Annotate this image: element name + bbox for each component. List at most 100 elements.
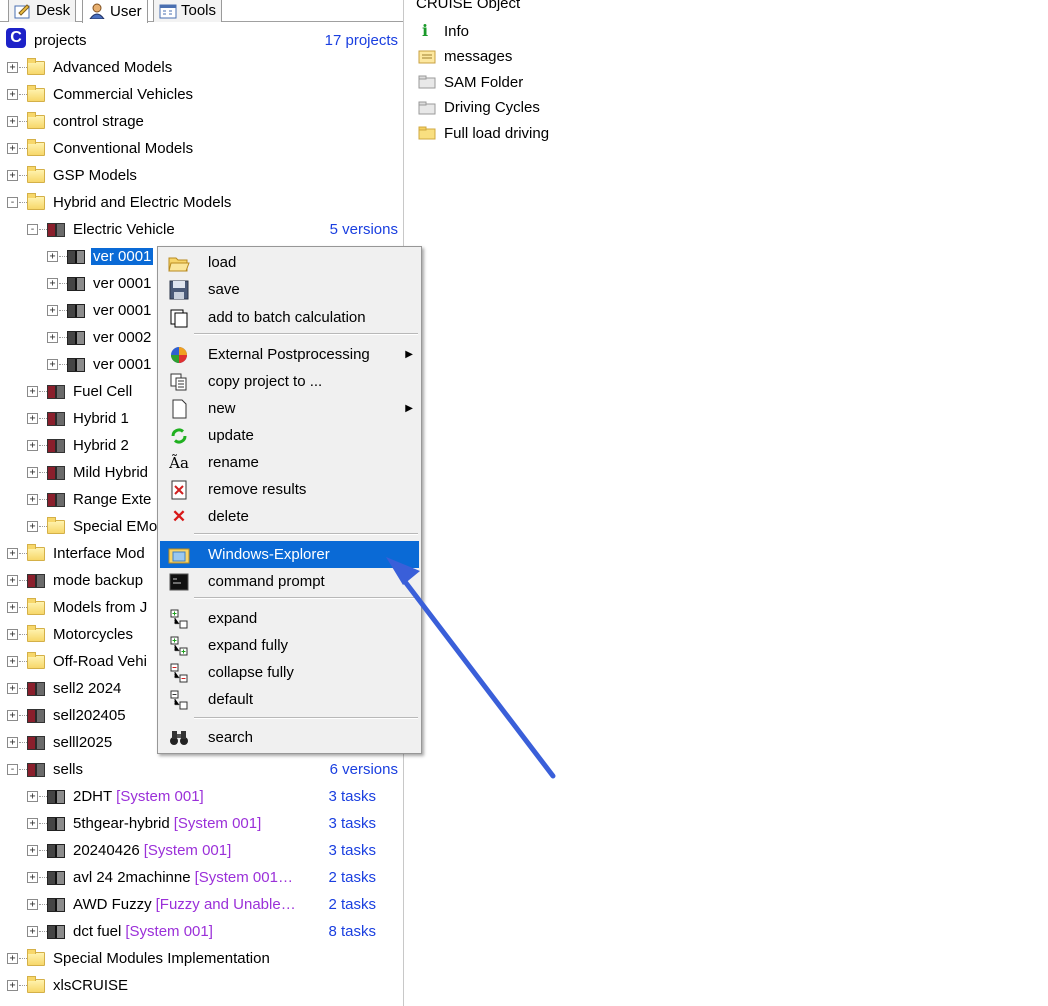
menu-item-expand-fully[interactable]: expand fully (160, 632, 419, 659)
tree-root-projects[interactable]: Cprojects 17 projects (0, 27, 403, 54)
menu-item-command-prompt[interactable]: command prompt (160, 568, 419, 595)
menu-item-external-postprocessing[interactable]: External Postprocessing ▶ (160, 341, 419, 368)
tree-item[interactable]: + dct fuel [System 001] 8 tasks (0, 918, 403, 945)
menu-item-new[interactable]: new ▶ (160, 395, 419, 422)
expand-icon[interactable]: + (27, 440, 38, 451)
expand-icon[interactable]: + (27, 521, 38, 532)
expand-icon[interactable]: + (27, 845, 38, 856)
tree-item-label: Advanced Models (53, 59, 173, 76)
menu-item-label: update (208, 427, 254, 444)
menu-item-windows-explorer[interactable]: Windows-Explorer (160, 541, 419, 568)
rename-icon: Ãa (169, 453, 189, 472)
tab-tools-label: Tools (181, 2, 217, 19)
expand-icon[interactable]: + (7, 737, 18, 748)
tree-item[interactable]: + Advanced Models (0, 54, 403, 81)
expand-icon[interactable]: + (7, 656, 18, 667)
collapse-icon[interactable]: - (27, 224, 38, 235)
model-icon (67, 358, 85, 372)
tree-item[interactable]: +5thgear-hybrid [System 001] 3 tasks (0, 810, 403, 837)
expand-icon[interactable]: + (47, 332, 58, 343)
collapse-icon[interactable]: - (7, 197, 18, 208)
object-item[interactable]: SAM Folder (418, 70, 523, 94)
object-item-label: Info (444, 22, 470, 40)
tree-connector (19, 94, 27, 95)
tree-item[interactable]: + Conventional Models (0, 135, 403, 162)
expand-icon[interactable]: + (7, 710, 18, 721)
collapse-icon[interactable]: - (7, 764, 18, 775)
expand-icon[interactable]: + (27, 926, 38, 937)
expand-icon[interactable]: + (7, 980, 18, 991)
tree-item[interactable]: + GSP Models (0, 162, 403, 189)
expand-icon[interactable]: + (47, 305, 58, 316)
expand-icon[interactable]: + (47, 251, 58, 262)
expand-icon[interactable]: + (7, 116, 18, 127)
tab-user[interactable]: User (82, 0, 148, 23)
folder-icon (27, 652, 45, 669)
tree-item-label: 2DHT (73, 788, 113, 805)
tree-item-label: Hybrid 2 (73, 437, 129, 454)
object-item-label: Driving Cycles (444, 99, 540, 116)
tree-item[interactable]: + control strage (0, 108, 403, 135)
expand-icon[interactable]: + (7, 629, 18, 640)
menu-item-load[interactable]: load (160, 249, 419, 276)
model-icon (47, 790, 65, 804)
menu-item-label: expand (208, 610, 258, 627)
tools-icon (159, 3, 177, 19)
expand-icon[interactable]: + (47, 278, 58, 289)
folder-icon (27, 193, 45, 210)
menu-item-default[interactable]: default (160, 686, 419, 713)
expand-icon[interactable]: + (27, 413, 38, 424)
expand-icon[interactable]: + (27, 899, 38, 910)
tree-item[interactable]: + avl 24 2machinne [System 001… 2 tasks (0, 864, 403, 891)
expand-icon[interactable]: + (7, 143, 18, 154)
menu-separator (194, 597, 418, 599)
expand-icon[interactable]: + (27, 791, 38, 802)
menu-item-remove-results[interactable]: remove results (160, 476, 419, 503)
expand-icon[interactable]: + (7, 602, 18, 613)
expand-icon[interactable]: + (27, 818, 38, 829)
expand-icon[interactable]: + (27, 494, 38, 505)
object-item[interactable]: messages (418, 45, 512, 69)
tab-desk[interactable]: Desk (8, 0, 77, 22)
tree-item[interactable]: +20240426 [System 001] 3 tasks (0, 837, 403, 864)
menu-item-expand[interactable]: expand (160, 605, 419, 632)
expand-icon[interactable]: + (7, 89, 18, 100)
menu-item-search[interactable]: search (160, 724, 419, 751)
tree-item[interactable]: + AWD Fuzzy [Fuzzy and Unable… 2 tasks (0, 891, 403, 918)
tree-item[interactable]: - Electric Vehicle 5 versions (0, 216, 403, 243)
expand-icon[interactable]: + (27, 872, 38, 883)
tree-item[interactable]: + Commercial Vehicles (0, 81, 403, 108)
menu-item-delete[interactable]: ✕ delete (160, 503, 419, 530)
tree-connector (19, 715, 27, 716)
menu-item-label: new (208, 400, 236, 417)
object-item[interactable]: i Info (418, 19, 469, 43)
expand-icon[interactable]: + (7, 62, 18, 73)
folder-icon (27, 112, 45, 129)
tree-connector (19, 553, 27, 554)
expand-icon[interactable]: + (7, 953, 18, 964)
object-item[interactable]: Driving Cycles (418, 96, 540, 120)
menu-item-copy-project-to[interactable]: copy project to ... (160, 368, 419, 395)
tree-item[interactable]: + xlsCRUISE (0, 972, 403, 999)
expand-icon[interactable]: + (7, 683, 18, 694)
tree-item[interactable]: +2DHT [System 001] 3 tasks (0, 783, 403, 810)
menu-item-add-to-batch-calculation[interactable]: add to batch calculation (160, 304, 419, 331)
menu-item-collapse-fully[interactable]: collapse fully (160, 659, 419, 686)
expand-icon[interactable]: + (27, 467, 38, 478)
tab-tools[interactable]: Tools (153, 0, 223, 22)
tree-item-label: sell202405 (53, 707, 126, 724)
object-item[interactable]: Full load driving (418, 121, 549, 145)
tree-item[interactable]: - sells 6 versions (0, 756, 403, 783)
menu-item-update[interactable]: update (160, 422, 419, 449)
expand-icon[interactable]: + (7, 170, 18, 181)
tree-item[interactable]: - Hybrid and Electric Models (0, 189, 403, 216)
expand-icon[interactable]: + (7, 548, 18, 559)
expand-icon[interactable]: + (7, 575, 18, 586)
menu-item-rename[interactable]: Ãa rename (160, 449, 419, 476)
tree-item[interactable]: + Special Modules Implementation (0, 945, 403, 972)
menu-item-save[interactable]: save (160, 276, 419, 303)
tab-bar: Desk User Tools (0, 0, 403, 23)
expand-icon[interactable]: + (47, 359, 58, 370)
tree-item-label-group: 2DHT [System 001] (73, 788, 204, 805)
expand-icon[interactable]: + (27, 386, 38, 397)
